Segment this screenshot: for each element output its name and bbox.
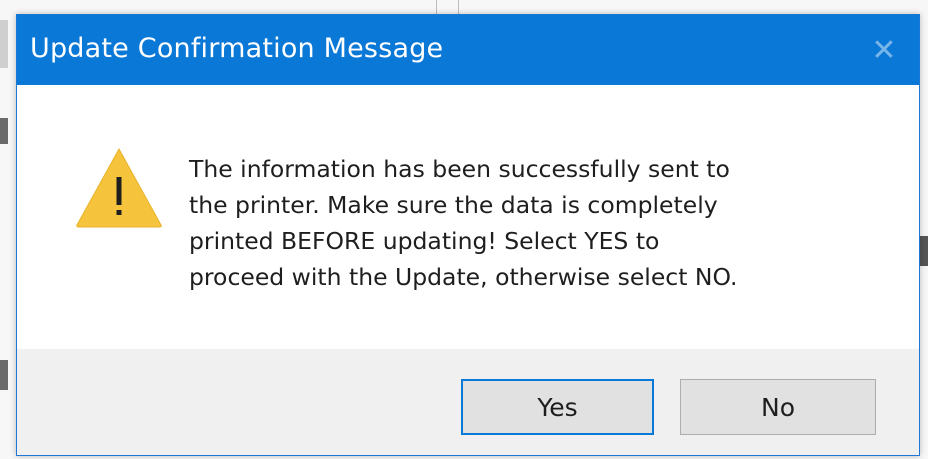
- background-edge: [920, 236, 928, 266]
- confirmation-dialog: Update Confirmation Message ✕ The inform…: [16, 14, 920, 456]
- background-edge: [0, 360, 8, 390]
- close-button[interactable]: ✕: [857, 25, 911, 75]
- yes-button[interactable]: Yes: [461, 379, 654, 435]
- dialog-message: The information has been successfully se…: [189, 151, 869, 295]
- background-edge: [0, 20, 8, 68]
- message-line: the printer. Make sure the data is compl…: [189, 191, 718, 219]
- dialog-content: The information has been successfully se…: [17, 85, 919, 349]
- background-edge: [0, 118, 8, 144]
- no-button[interactable]: No: [680, 379, 876, 435]
- background-divider: [458, 0, 459, 14]
- dialog-title: Update Confirmation Message: [30, 33, 444, 64]
- dialog-titlebar[interactable]: Update Confirmation Message ✕: [17, 15, 919, 85]
- no-button-label: No: [761, 392, 795, 422]
- message-line: The information has been successfully se…: [189, 155, 730, 183]
- message-line: printed BEFORE updating! Select YES to: [189, 227, 660, 255]
- message-line: proceed with the Update, otherwise selec…: [189, 263, 738, 291]
- close-icon: ✕: [871, 32, 897, 68]
- yes-button-label: Yes: [537, 392, 578, 422]
- background-divider: [436, 0, 437, 14]
- dialog-button-bar: Yes No: [17, 349, 919, 455]
- warning-icon: [76, 147, 162, 228]
